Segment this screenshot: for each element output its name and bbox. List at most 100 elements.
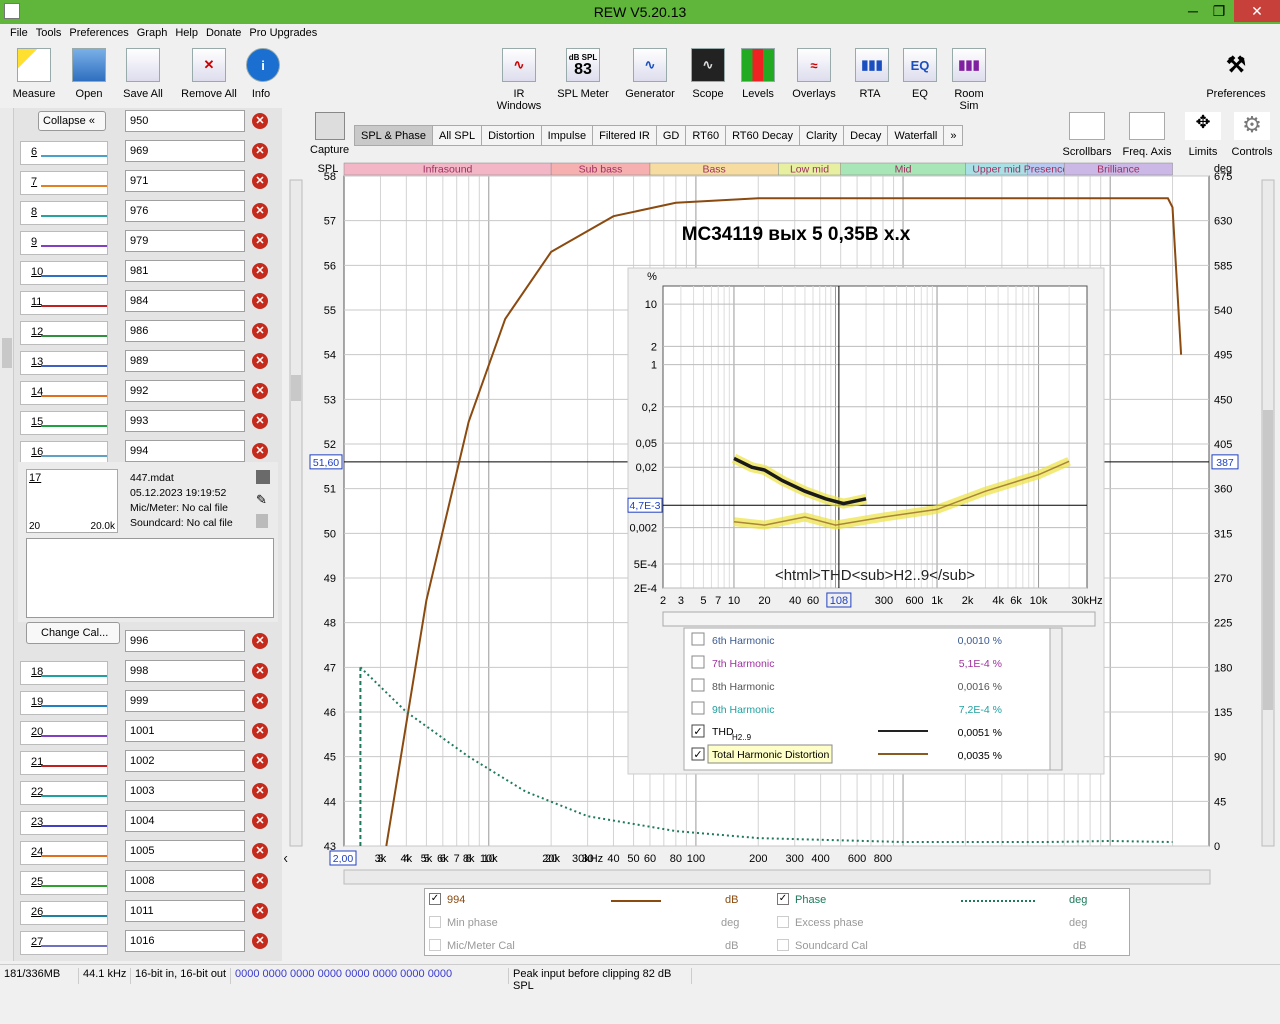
delete-icon[interactable]: ✕ [252, 323, 268, 339]
measurement-row[interactable]: 13 989 ✕ [18, 348, 278, 378]
collapse-button[interactable]: Collapse « [38, 111, 106, 131]
measurement-thumbnail[interactable]: 15 [20, 411, 108, 435]
measurement-row[interactable]: 20 1001 ✕ [18, 718, 278, 748]
limits-button[interactable]: ✥ Limits [1184, 112, 1222, 158]
tab-more[interactable]: » [943, 125, 964, 146]
eq-button[interactable]: EQ EQ [903, 48, 937, 100]
spl-phase-graph[interactable]: Infrasound Sub bass Bass Low mid Mid Upper mi… [276, 160, 1280, 888]
open-button[interactable]: Open [70, 48, 108, 100]
restore-button[interactable]: ❐ [1204, 0, 1234, 22]
tab-distortion[interactable]: Distortion [481, 125, 542, 146]
freq-axis-button[interactable]: Freq. Axis [1120, 112, 1174, 158]
tab-rt60-decay[interactable]: RT60 Decay [725, 125, 800, 146]
measurement-name-field[interactable]: 986 [125, 320, 245, 342]
info-button[interactable]: i Info [246, 48, 280, 100]
measurement-row[interactable]: Collapse « 950 ✕ [18, 108, 278, 138]
measurement-name-field[interactable]: 989 [125, 350, 245, 372]
measurement-thumbnail[interactable]: 21 [20, 751, 108, 775]
document-icon[interactable] [256, 514, 268, 528]
measurement-name-field[interactable]: 950 [125, 110, 245, 132]
delete-icon[interactable]: ✕ [252, 783, 268, 799]
delete-icon[interactable]: ✕ [252, 813, 268, 829]
measurement-row[interactable]: 10 981 ✕ [18, 258, 278, 288]
measurement-name-field[interactable]: 996 [125, 630, 245, 652]
delete-icon[interactable]: ✕ [252, 693, 268, 709]
measurement-row[interactable]: 15 993 ✕ [18, 408, 278, 438]
measurement-name-field[interactable]: 999 [125, 690, 245, 712]
save-icon[interactable] [256, 470, 270, 484]
measurement-name-field[interactable]: 993 [125, 410, 245, 432]
measurement-name-field[interactable]: 1008 [125, 870, 245, 892]
tab-impulse[interactable]: Impulse [540, 125, 594, 146]
ir-windows-button[interactable]: ∿ IR Windows [490, 48, 548, 112]
measurement-thumbnail[interactable]: 11 [20, 291, 108, 315]
delete-icon[interactable]: ✕ [252, 843, 268, 859]
measurement-thumbnail[interactable]: 14 [20, 381, 108, 405]
tab-rt60[interactable]: RT60 [685, 125, 727, 146]
measurement-row[interactable]: 14 992 ✕ [18, 378, 278, 408]
measurement-name-field[interactable]: 1004 [125, 810, 245, 832]
measurement-thumbnail[interactable]: 19 [20, 691, 108, 715]
tab-waterfall[interactable]: Waterfall [887, 125, 945, 146]
measurement-row[interactable]: 6 969 ✕ [18, 138, 278, 168]
measurement-name-field[interactable]: 1011 [125, 900, 245, 922]
tab-all-spl[interactable]: All SPL [432, 125, 483, 146]
measurement-thumbnail[interactable]: 18 [20, 661, 108, 685]
series-994-checkbox[interactable]: ✓ [429, 893, 441, 905]
measurement-name-field[interactable]: 994 [125, 440, 245, 462]
delete-icon[interactable]: ✕ [252, 933, 268, 949]
measurement-row[interactable]: 22 1003 ✕ [18, 778, 278, 808]
measurement-row[interactable]: 11 984 ✕ [18, 288, 278, 318]
measurement-name-field[interactable]: 1003 [125, 780, 245, 802]
menu-preferences[interactable]: Preferences [65, 24, 132, 39]
measurement-thumbnail[interactable]: 13 [20, 351, 108, 375]
delete-icon[interactable]: ✕ [252, 383, 268, 399]
generator-button[interactable]: ∿ Generator [624, 48, 676, 100]
measurement-thumbnail[interactable]: 8 [20, 201, 108, 225]
measurement-name-field[interactable]: 1001 [125, 720, 245, 742]
measurement-name-field[interactable]: 998 [125, 660, 245, 682]
measurement-row[interactable]: 23 1004 ✕ [18, 808, 278, 838]
measurement-thumbnail[interactable]: 9 [20, 231, 108, 255]
delete-icon[interactable]: ✕ [252, 723, 268, 739]
tab-filtered-ir[interactable]: Filtered IR [592, 125, 657, 146]
measure-button[interactable]: Measure [12, 48, 56, 100]
measurement-name-field[interactable]: 1016 [125, 930, 245, 952]
soundcard-cal-checkbox[interactable] [777, 939, 789, 951]
measurement-row[interactable]: 19 999 ✕ [18, 688, 278, 718]
measurement-thumbnail[interactable]: 22 [20, 781, 108, 805]
measurement-row[interactable]: 12 986 ✕ [18, 318, 278, 348]
measurement-thumbnail[interactable]: 7 [20, 171, 108, 195]
delete-icon[interactable]: ✕ [252, 113, 268, 129]
delete-icon[interactable]: ✕ [252, 233, 268, 249]
phase-checkbox[interactable]: ✓ [777, 893, 789, 905]
min-phase-checkbox[interactable] [429, 916, 441, 928]
measurement-row[interactable]: 25 1008 ✕ [18, 868, 278, 898]
delete-icon[interactable]: ✕ [252, 173, 268, 189]
menu-graph[interactable]: Graph [133, 24, 172, 39]
measurement-thumbnail[interactable]: 24 [20, 841, 108, 865]
tab-gd[interactable]: GD [655, 125, 687, 146]
measurement-name-field[interactable]: 969 [125, 140, 245, 162]
measurement-row[interactable]: 8 976 ✕ [18, 198, 278, 228]
delete-icon[interactable]: ✕ [252, 203, 268, 219]
tab-decay[interactable]: Decay [843, 125, 889, 146]
scope-button[interactable]: ∿ Scope [690, 48, 726, 100]
levels-button[interactable]: Levels [740, 48, 776, 100]
tab-spl-phase[interactable]: SPL & Phase [354, 125, 434, 146]
delete-icon[interactable]: ✕ [252, 633, 268, 649]
measurement-name-field[interactable]: 979 [125, 230, 245, 252]
menu-help[interactable]: Help [171, 24, 202, 39]
measurement-row[interactable]: 24 1005 ✕ [18, 838, 278, 868]
measurement-thumbnail[interactable]: 6 [20, 141, 108, 165]
notes-textarea[interactable] [26, 538, 274, 618]
scrollbars-button[interactable]: Scrollbars [1060, 112, 1114, 158]
menu-donate[interactable]: Donate [202, 24, 245, 39]
measurement-row[interactable]: 996 ✕ [18, 628, 278, 658]
measurement-thumbnail[interactable]: 12 [20, 321, 108, 345]
measurement-row[interactable]: 18 998 ✕ [18, 658, 278, 688]
measurement-name-field[interactable]: 976 [125, 200, 245, 222]
delete-icon[interactable]: ✕ [252, 903, 268, 919]
measurement-name-field[interactable]: 981 [125, 260, 245, 282]
delete-icon[interactable]: ✕ [252, 443, 268, 459]
